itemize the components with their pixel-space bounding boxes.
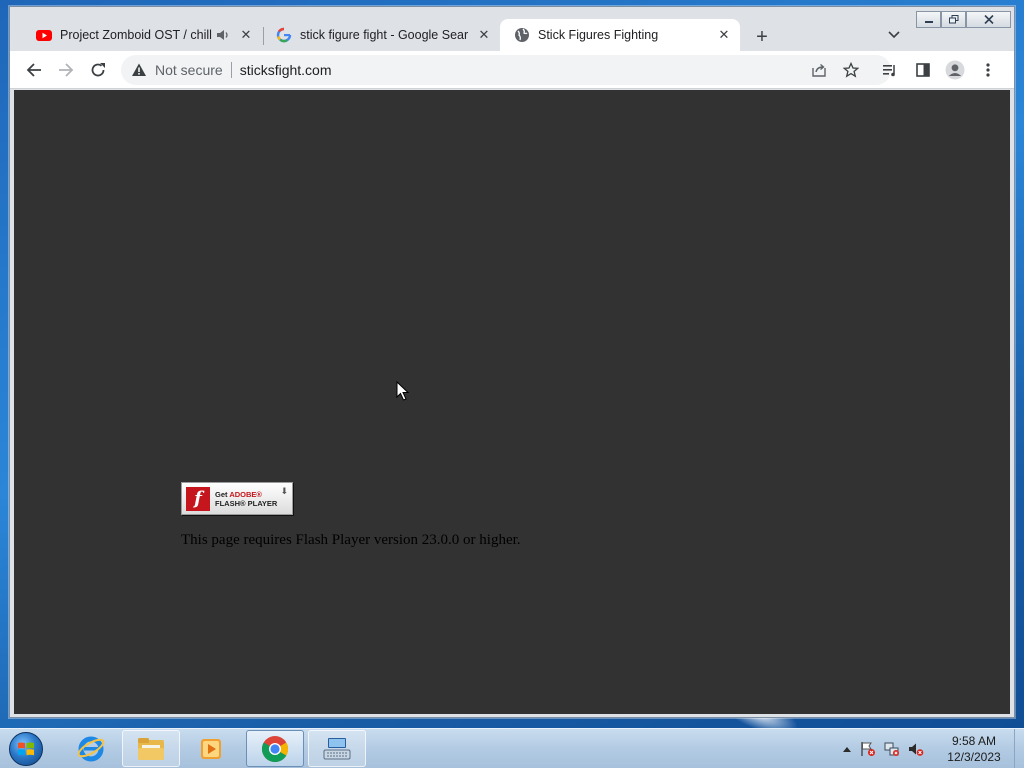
get-flash-player-button[interactable]: f Get ADOBE® FLASH® PLAYER ⬇ <box>181 482 293 515</box>
taskbar-on-screen-keyboard[interactable] <box>308 730 366 767</box>
youtube-icon <box>36 30 52 41</box>
show-desktop-button[interactable] <box>1014 729 1024 768</box>
network-icon[interactable] <box>884 741 900 757</box>
warning-icon[interactable] <box>131 62 147 78</box>
address-bar[interactable]: Not secure sticksfight.com <box>121 55 891 85</box>
flash-badge-get: Get <box>215 489 228 499</box>
tab-title: stick figure fight - Google Search <box>300 28 468 42</box>
action-center-flag-icon[interactable] <box>860 741 876 757</box>
taskbar-file-explorer[interactable] <box>122 730 180 767</box>
taskbar-clock[interactable]: 9:58 AM 12/3/2023 <box>936 733 1012 765</box>
reload-icon <box>91 63 105 77</box>
flash-badge-text: Get ADOBE® FLASH® PLAYER <box>215 490 277 508</box>
flash-required-message: This page requires Flash Player version … <box>181 532 521 548</box>
flash-badge-product: FLASH® PLAYER <box>215 498 278 508</box>
arrow-right-icon <box>59 63 74 77</box>
tab-stick-figures[interactable]: Stick Figures Fighting ✕ <box>500 19 740 51</box>
profile-button[interactable] <box>945 60 965 80</box>
internet-explorer-icon <box>77 736 105 761</box>
minimize-button[interactable] <box>916 11 941 28</box>
chrome-icon <box>261 735 289 762</box>
playlist-icon <box>883 65 895 77</box>
clock-date: 12/3/2023 <box>947 750 1001 764</box>
browser-window: Project Zomboid OST / chill ✕ stick figu… <box>9 6 1015 718</box>
taskbar-media-player[interactable] <box>182 730 240 767</box>
globe-icon <box>515 28 529 42</box>
chevron-down-icon <box>888 31 900 39</box>
google-icon <box>276 27 292 43</box>
tab-strip: Project Zomboid OST / chill ✕ stick figu… <box>10 7 1014 51</box>
omnibox-divider <box>230 62 232 78</box>
media-player-icon <box>201 738 221 759</box>
avatar-icon <box>945 60 965 80</box>
arrow-left-icon <box>26 63 41 77</box>
minimize-icon <box>924 20 933 23</box>
close-tab-icon[interactable]: ✕ <box>716 27 732 43</box>
taskbar-chrome[interactable] <box>246 730 304 767</box>
close-window-button[interactable] <box>966 11 1011 28</box>
share-icon <box>812 63 826 77</box>
page-content: f Get ADOBE® FLASH® PLAYER ⬇ This page r… <box>14 90 1010 714</box>
tab-youtube[interactable]: Project Zomboid OST / chill ✕ <box>22 19 262 51</box>
flash-logo-icon: f <box>186 486 210 511</box>
system-tray <box>842 739 924 759</box>
url-text[interactable]: sticksfight.com <box>240 62 332 78</box>
close-tab-icon[interactable]: ✕ <box>238 27 254 43</box>
windows-logo-icon <box>9 732 43 766</box>
restore-icon <box>948 15 958 24</box>
tab-search-button[interactable] <box>886 27 902 43</box>
reload-button[interactable] <box>88 60 108 80</box>
more-vert-icon <box>986 63 990 77</box>
window-controls <box>916 11 1011 28</box>
security-label[interactable]: Not secure <box>155 62 223 78</box>
start-button[interactable] <box>6 730 46 768</box>
taskbar: 9:58 AM 12/3/2023 <box>0 728 1024 768</box>
star-icon <box>843 62 859 78</box>
side-panel-button[interactable] <box>913 60 933 80</box>
speaker-icon[interactable] <box>216 28 230 42</box>
show-hidden-icons-icon[interactable] <box>842 745 852 753</box>
mouse-pointer-icon <box>396 381 410 401</box>
media-controls-button[interactable] <box>880 60 900 80</box>
side-panel-icon <box>916 63 930 77</box>
tab-google-search[interactable]: stick figure fight - Google Search ✕ <box>262 19 500 51</box>
share-button[interactable] <box>809 60 829 80</box>
taskbar-internet-explorer[interactable] <box>62 730 120 767</box>
tab-title: Project Zomboid OST / chill <box>60 28 212 42</box>
clock-time: 9:58 AM <box>951 734 997 748</box>
new-tab-button[interactable]: + <box>750 25 774 49</box>
close-tab-icon[interactable]: ✕ <box>476 27 492 43</box>
volume-muted-icon[interactable] <box>908 741 924 757</box>
bookmark-button[interactable] <box>841 60 861 80</box>
browser-toolbar: Not secure sticksfight.com <box>10 51 1014 89</box>
flash-badge-brand: ADOBE® <box>229 489 262 499</box>
folder-icon <box>138 737 164 760</box>
close-icon <box>983 15 994 24</box>
tab-title: Stick Figures Fighting <box>538 28 659 42</box>
menu-button[interactable] <box>978 60 998 80</box>
forward-button[interactable] <box>56 60 76 80</box>
maximize-button[interactable] <box>941 11 966 28</box>
back-button[interactable] <box>24 60 44 80</box>
keyboard-icon <box>323 737 351 759</box>
download-arrow-icon: ⬇ <box>280 486 288 496</box>
